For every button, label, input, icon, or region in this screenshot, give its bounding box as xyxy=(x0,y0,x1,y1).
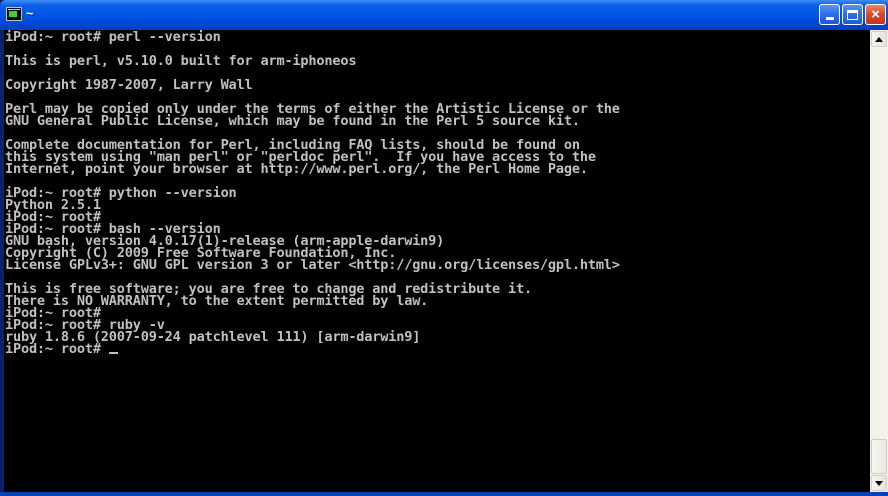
vertical-scrollbar[interactable] xyxy=(870,30,888,492)
text-cursor xyxy=(108,352,118,354)
minimize-button[interactable] xyxy=(819,4,840,25)
terminal-line: Copyright 1987-2007, Larry Wall xyxy=(5,77,253,93)
terminal-output[interactable]: iPod:~ root# perl --version This is perl… xyxy=(4,30,870,492)
scroll-up-arrow-icon[interactable] xyxy=(871,31,887,47)
scroll-down-arrow-icon[interactable] xyxy=(871,475,887,491)
terminal-prompt: iPod:~ root# xyxy=(5,341,109,357)
close-button[interactable]: × xyxy=(865,4,886,25)
terminal-line: ruby 1.8.6 (2007-09-24 patchlevel 111) [… xyxy=(5,329,421,345)
terminal-line: iPod:~ root# perl --version xyxy=(5,30,221,45)
terminal-line: Internet, point your browser at http://w… xyxy=(5,161,588,177)
terminal-line: License GPLv3+: GNU GPL version 3 or lat… xyxy=(5,257,620,273)
close-icon: × xyxy=(871,6,880,23)
terminal-line: GNU General Public License, which may be… xyxy=(5,113,580,129)
title-bar[interactable]: ~ × xyxy=(0,0,888,30)
maximize-button[interactable] xyxy=(842,4,863,25)
window-bottom-border xyxy=(0,492,888,496)
maximize-icon xyxy=(847,9,858,20)
window-title: ~ xyxy=(26,6,34,21)
minimize-icon xyxy=(825,17,834,20)
scrollbar-thumb[interactable] xyxy=(871,439,887,474)
console-app-icon[interactable] xyxy=(6,7,22,21)
console-window: ~ × iPod:~ root# perl --version This is … xyxy=(0,0,888,496)
terminal-line: This is perl, v5.10.0 built for arm-ipho… xyxy=(5,53,357,69)
terminal-line: iPod:~ root# python --version xyxy=(5,185,237,201)
